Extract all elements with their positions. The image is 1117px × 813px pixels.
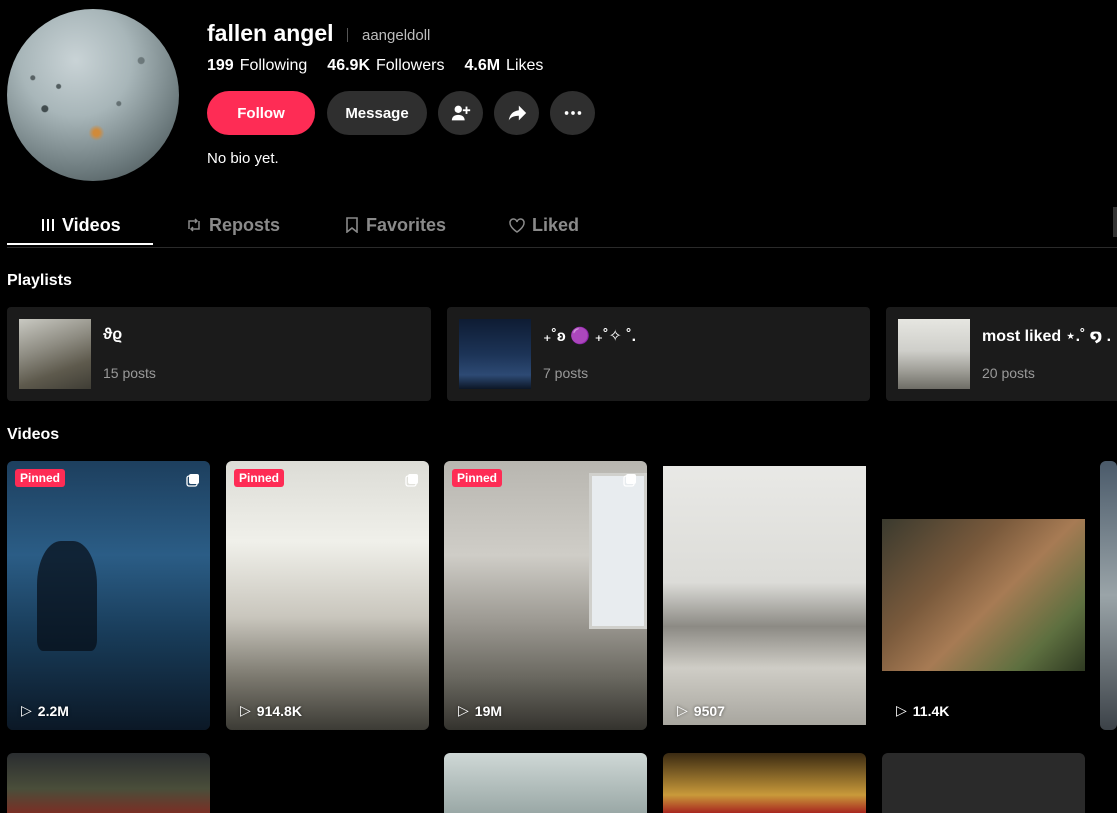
repost-icon <box>188 218 200 232</box>
playlist-title: ₊˚ʚ 🟣 ₊˚✧ ˚. <box>543 328 637 345</box>
playlist-count: 20 posts <box>982 365 1035 381</box>
view-count: ▷ 19M <box>458 702 503 719</box>
ellipsis-icon <box>564 111 581 115</box>
add-friend-button[interactable] <box>438 91 483 135</box>
videos-heading: Videos <box>7 426 60 443</box>
add-user-icon <box>451 105 470 121</box>
profile-bio: No bio yet. <box>207 150 279 167</box>
video-card[interactable] <box>663 753 866 813</box>
video-card-partial[interactable] <box>1100 461 1117 730</box>
view-count: ▷ 11.4K <box>896 702 950 719</box>
playlist-card[interactable]: most liked ⋆.˚ ໑ . 20 posts <box>886 307 1117 401</box>
multi-photo-icon <box>623 474 636 487</box>
video-card[interactable]: Pinned ▷ 914.8K <box>226 461 429 730</box>
profile-avatar[interactable] <box>7 9 179 181</box>
playlist-count: 15 posts <box>103 365 156 381</box>
playlist-title: ϑϱ <box>103 326 123 343</box>
grid-icon <box>42 219 54 231</box>
playlist-card[interactable]: ₊˚ʚ 🟣 ₊˚✧ ˚. 7 posts <box>447 307 870 401</box>
view-count: ▷ 2.2M <box>21 702 69 719</box>
view-count: ▷ 9507 <box>677 702 725 719</box>
profile-stats: 199 Following 46.9K Followers 4.6M Likes <box>207 57 563 75</box>
tab-reposts[interactable]: Reposts <box>186 205 280 245</box>
video-card[interactable] <box>882 753 1085 813</box>
play-icon: ▷ <box>896 702 907 718</box>
video-card[interactable]: Pinned ▷ 2.2M <box>7 461 210 730</box>
video-card[interactable]: ▷ 9507 <box>663 461 866 730</box>
pinned-badge: Pinned <box>452 469 503 487</box>
play-icon: ▷ <box>458 702 469 718</box>
multi-photo-icon <box>186 474 199 487</box>
tab-liked[interactable]: Liked <box>509 205 579 245</box>
followers-stat[interactable]: 46.9K Followers <box>327 57 444 75</box>
follow-button[interactable]: Follow <box>207 91 315 135</box>
play-icon: ▷ <box>240 702 251 718</box>
playlist-card[interactable]: ϑϱ 15 posts <box>7 307 431 401</box>
share-icon <box>508 105 526 121</box>
name-separator <box>347 28 348 42</box>
pinned-badge: Pinned <box>15 469 66 487</box>
bookmark-icon <box>346 217 358 233</box>
video-card[interactable]: ▷ 11.4K <box>882 461 1085 730</box>
username: aangeldoll <box>362 27 431 44</box>
video-card[interactable] <box>7 753 210 813</box>
likes-stat: 4.6M Likes <box>464 57 544 74</box>
message-button[interactable]: Message <box>327 91 427 135</box>
multi-photo-icon <box>405 474 418 487</box>
playlist-thumbnail <box>898 319 970 389</box>
active-tab-indicator <box>7 243 153 245</box>
playlists-heading: Playlists <box>7 272 72 289</box>
heart-icon <box>509 217 525 233</box>
video-card[interactable]: Pinned ▷ 19M <box>444 461 647 730</box>
playlist-thumbnail <box>459 319 531 389</box>
profile-tabs: Videos Reposts Favorites Liked <box>7 205 1117 248</box>
playlist-title: most liked ⋆.˚ ໑ . <box>982 328 1112 345</box>
more-options-button[interactable] <box>550 91 595 135</box>
tab-videos[interactable]: Videos <box>41 205 121 245</box>
video-card[interactable] <box>444 753 647 813</box>
scrollbar-edge <box>1113 207 1117 237</box>
tab-favorites[interactable]: Favorites <box>345 205 446 245</box>
playlist-thumbnail <box>19 319 91 389</box>
pinned-badge: Pinned <box>234 469 285 487</box>
share-button[interactable] <box>494 91 539 135</box>
following-stat[interactable]: 199 Following <box>207 57 307 75</box>
display-name: fallen angel <box>207 20 334 46</box>
view-count: ▷ 914.8K <box>240 702 302 719</box>
play-icon: ▷ <box>21 702 32 718</box>
play-icon: ▷ <box>677 702 688 718</box>
playlist-count: 7 posts <box>543 365 589 381</box>
